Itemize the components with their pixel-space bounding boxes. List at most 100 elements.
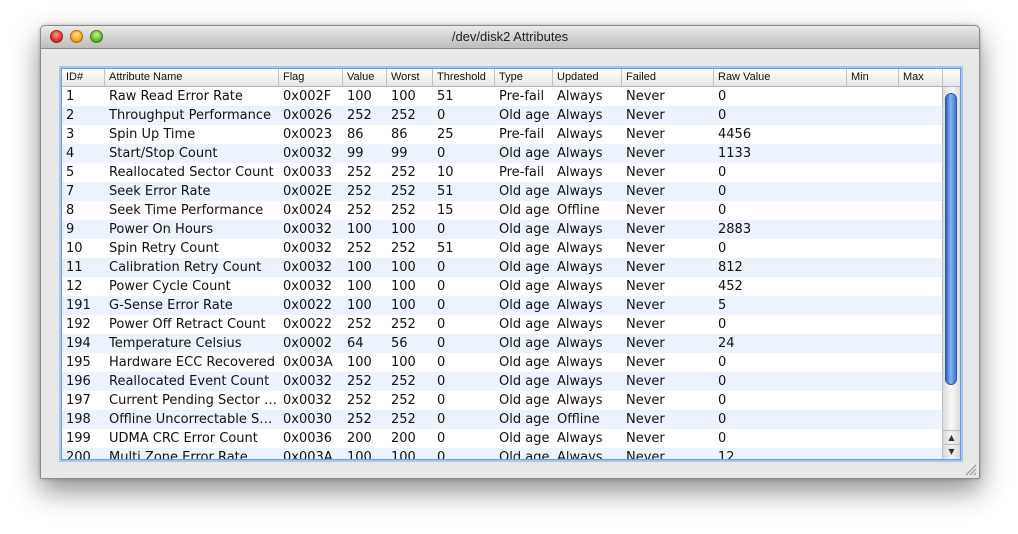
table-row[interactable]: 192 Power Off Retract Count 0x0022 252 252 0 O… [62, 315, 942, 334]
table-cell: 192 [66, 317, 91, 332]
table-cell: Always [557, 355, 603, 370]
table-cell: 0 [718, 241, 727, 256]
table-row[interactable]: 195 Hardware ECC Recovered 0x003A 100 100 0 Ol… [62, 353, 942, 372]
table-cell: Offline [557, 412, 600, 427]
table-cell: 0x0032 [283, 146, 333, 161]
column-header[interactable]: Threshold [433, 69, 495, 86]
table-cell: Current Pending Sector … [109, 393, 277, 408]
table-cell: Never [626, 431, 665, 446]
table-body[interactable]: 1 Raw Read Error Rate 0x002F 100 100 51 Pre-fa… [62, 87, 942, 459]
table-cell: 0x0022 [283, 298, 333, 313]
column-header[interactable]: Flag [279, 69, 343, 86]
column-header[interactable]: Attribute Name [105, 69, 279, 86]
table-cell: Seek Time Performance [109, 203, 264, 218]
table-cell: 0 [437, 260, 446, 275]
table-row[interactable]: 199 UDMA CRC Error Count 0x0036 200 200 0 Old … [62, 429, 942, 448]
column-header[interactable]: Worst [387, 69, 433, 86]
table-cell: Always [557, 279, 603, 294]
table-cell: 0 [437, 393, 446, 408]
table-cell: 99 [347, 146, 364, 161]
table-cell: Always [557, 222, 603, 237]
column-header[interactable]: Max [899, 69, 943, 86]
table-cell: 0 [437, 317, 446, 332]
table-cell: 196 [66, 374, 91, 389]
table-cell: 0x003A [283, 355, 333, 370]
table-cell: 0 [718, 203, 727, 218]
table-cell: 0x0023 [283, 127, 333, 142]
table-cell: 4456 [718, 127, 752, 142]
table-cell: 252 [347, 108, 372, 123]
table-cell: 0 [718, 108, 727, 123]
column-header[interactable]: Raw Value [714, 69, 847, 86]
table-cell: 11 [66, 260, 83, 275]
table-cell: 0x0024 [283, 203, 333, 218]
table-row[interactable]: 7 Seek Error Rate 0x002E 252 252 51 Old age Alw… [62, 182, 942, 201]
table-cell: 0 [437, 431, 446, 446]
table-row[interactable]: 1 Raw Read Error Rate 0x002F 100 100 51 Pre-fa… [62, 87, 942, 106]
table-row[interactable]: 198 Offline Uncorrectable Se… 0x0030 252 252… [62, 410, 942, 429]
column-header[interactable]: Min [847, 69, 899, 86]
column-header[interactable]: Updated [553, 69, 622, 86]
table-cell: 252 [391, 393, 416, 408]
table-cell: Old age [499, 146, 550, 161]
column-header[interactable]: ID# [62, 69, 105, 86]
column-header[interactable]: Failed [622, 69, 714, 86]
table-row[interactable]: 194 Temperature Celsius 0x0002 64 56 0 Old age… [62, 334, 942, 353]
table-row[interactable]: 196 Reallocated Event Count 0x0032 252 252 0 O… [62, 372, 942, 391]
table-cell: 200 [391, 431, 416, 446]
table-cell: 252 [347, 317, 372, 332]
table-cell: 452 [718, 279, 743, 294]
table-row[interactable]: 8 Seek Time Performance 0x0024 252 252 15 Old … [62, 201, 942, 220]
table-cell: Old age [499, 450, 550, 459]
column-header[interactable]: Type [495, 69, 553, 86]
table-cell: 252 [391, 241, 416, 256]
table-row[interactable]: 191 G-Sense Error Rate 0x0022 100 100 0 Old ag… [62, 296, 942, 315]
table-cell: Always [557, 336, 603, 351]
table-row[interactable]: 3 Spin Up Time 0x0023 86 86 25 Pre-fail Always N… [62, 125, 942, 144]
table-cell: Reallocated Event Count [109, 374, 270, 389]
table-cell: 200 [66, 450, 91, 459]
attributes-table[interactable]: ID# Attribute Name Flag Value Worst Threshold… [61, 68, 961, 460]
table-cell: Never [626, 450, 665, 459]
table-cell: 0x0032 [283, 222, 333, 237]
table-row[interactable]: 5 Reallocated Sector Count 0x0033 252 252 10 P… [62, 163, 942, 182]
table-cell: 56 [391, 336, 408, 351]
scroll-down-arrow-icon[interactable]: ▼ [943, 444, 960, 458]
table-cell: Old age [499, 184, 550, 199]
table-cell: Old age [499, 431, 550, 446]
scroll-up-arrow-icon[interactable]: ▲ [943, 430, 960, 444]
table-cell: Never [626, 393, 665, 408]
table-cell: 15 [437, 203, 454, 218]
table-cell: 0x002E [283, 184, 332, 199]
table-cell: 0 [437, 108, 446, 123]
table-cell: Always [557, 127, 603, 142]
table-cell: 2 [66, 108, 75, 123]
vertical-scrollbar[interactable]: ▲ ▼ [942, 87, 960, 459]
table-cell: 0 [437, 146, 446, 161]
table-cell: Always [557, 450, 603, 459]
table-row[interactable]: 9 Power On Hours 0x0032 100 100 0 Old age Alway… [62, 220, 942, 239]
column-header[interactable]: Value [343, 69, 387, 86]
title-bar[interactable]: /dev/disk2 Attributes [41, 26, 979, 49]
table-cell: 0x0022 [283, 317, 333, 332]
table-cell: 100 [347, 260, 372, 275]
table-cell: 10 [66, 241, 83, 256]
table-cell: 8 [66, 203, 75, 218]
table-cell: 10 [437, 165, 454, 180]
table-cell: Old age [499, 374, 550, 389]
table-row[interactable]: 4 Start/Stop Count 0x0032 99 99 0 Old age Alway… [62, 144, 942, 163]
table-cell: Old age [499, 317, 550, 332]
table-row[interactable]: 197 Current Pending Sector … 0x0032 252 252 0… [62, 391, 942, 410]
table-row[interactable]: 11 Calibration Retry Count 0x0032 100 100 0 Ol… [62, 258, 942, 277]
table-cell: 100 [391, 355, 416, 370]
table-row[interactable]: 2 Throughput Performance 0x0026 252 252 0 Old … [62, 106, 942, 125]
scrollbar-thumb[interactable] [945, 93, 957, 385]
table-cell: 252 [391, 184, 416, 199]
table-row[interactable]: 200 Multi Zone Error Rate 0x003A 100 100 0 Old… [62, 448, 942, 459]
resize-grip-icon[interactable] [965, 464, 977, 476]
table-cell: 51 [437, 89, 454, 104]
table-row[interactable]: 10 Spin Retry Count 0x0032 252 252 51 Old age A… [62, 239, 942, 258]
table-cell: 252 [391, 412, 416, 427]
table-cell: Old age [499, 298, 550, 313]
table-row[interactable]: 12 Power Cycle Count 0x0032 100 100 0 Old age A… [62, 277, 942, 296]
